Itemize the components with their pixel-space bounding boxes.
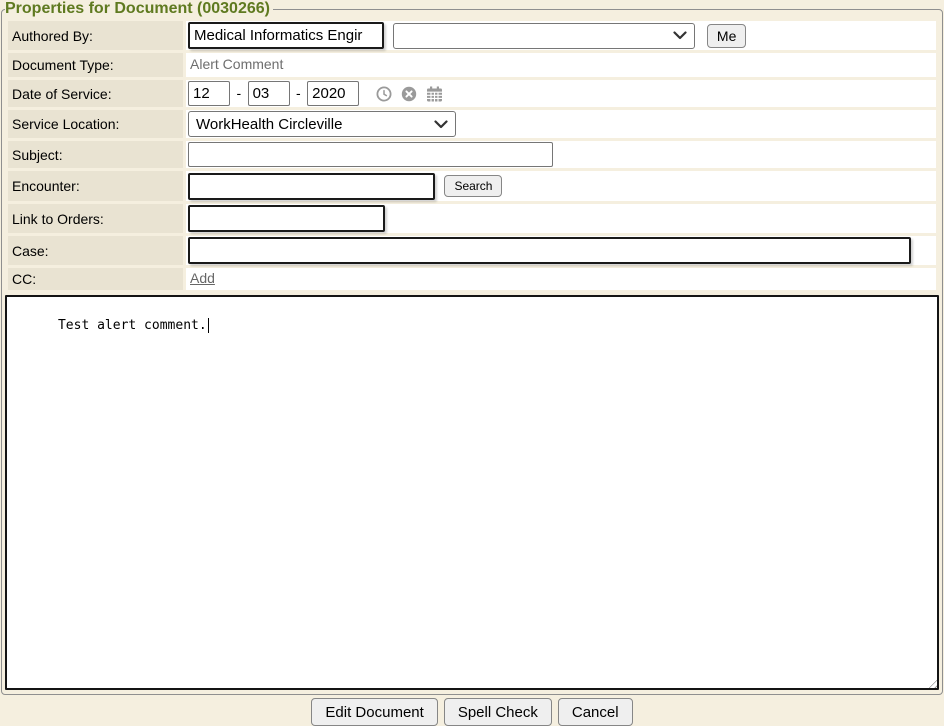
row-link-to-orders: Link to Orders: xyxy=(8,204,936,233)
date-day-input[interactable] xyxy=(248,81,290,106)
cc-label: CC: xyxy=(8,268,183,290)
clock-icon[interactable] xyxy=(376,86,392,102)
spell-check-button[interactable]: Spell Check xyxy=(444,698,552,726)
cancel-button[interactable]: Cancel xyxy=(558,698,633,726)
document-type-label: Document Type: xyxy=(8,53,183,77)
row-cc: CC: Add xyxy=(8,268,936,290)
chevron-down-icon xyxy=(434,120,448,129)
calendar-icon[interactable] xyxy=(426,86,443,102)
service-location-select-value: WorkHealth Circleville xyxy=(196,116,342,133)
row-date-of-service: Date of Service: - - xyxy=(8,80,936,107)
case-label: Case: xyxy=(8,236,183,265)
row-subject: Subject: xyxy=(8,141,936,168)
date-month-input[interactable] xyxy=(188,81,230,106)
row-service-location: Service Location: WorkHealth Circleville xyxy=(8,110,936,138)
row-case: Case: xyxy=(8,236,936,265)
encounter-label: Encounter: xyxy=(8,171,183,201)
clear-icon[interactable] xyxy=(401,86,417,102)
authored-by-label: Authored By: xyxy=(8,21,183,50)
service-location-select[interactable]: WorkHealth Circleville xyxy=(188,111,456,137)
case-input[interactable] xyxy=(188,237,911,264)
edit-document-button[interactable]: Edit Document xyxy=(311,698,437,726)
date-separator: - xyxy=(296,85,301,101)
document-type-value: Alert Comment xyxy=(188,56,283,72)
search-button[interactable]: Search xyxy=(444,175,502,197)
document-body-editor[interactable]: Test alert comment. xyxy=(5,295,939,690)
row-document-type: Document Type: Alert Comment xyxy=(8,53,936,77)
chevron-down-icon xyxy=(673,31,687,40)
resize-grip-icon[interactable] xyxy=(925,676,937,688)
encounter-input[interactable] xyxy=(188,173,435,200)
row-authored-by: Authored By: Me xyxy=(8,21,936,50)
authored-by-input[interactable] xyxy=(188,22,384,49)
cc-add-link[interactable]: Add xyxy=(188,270,215,286)
properties-fieldset: Properties for Document (0030266) Author… xyxy=(1,0,943,695)
link-to-orders-label: Link to Orders: xyxy=(8,204,183,233)
footer-button-bar: Edit Document Spell Check Cancel xyxy=(0,698,944,726)
link-to-orders-input[interactable] xyxy=(188,205,385,232)
me-button[interactable]: Me xyxy=(707,24,746,48)
date-separator: - xyxy=(236,85,241,101)
date-year-input[interactable] xyxy=(307,81,359,106)
properties-table: Authored By: Me Document Type: Alert Com… xyxy=(5,18,939,293)
date-icon-group xyxy=(376,86,443,102)
document-body-text: Test alert comment. xyxy=(58,318,207,333)
row-encounter: Encounter: Search xyxy=(8,171,936,201)
text-caret xyxy=(208,318,209,333)
document-properties-page: Properties for Document (0030266) Author… xyxy=(0,0,944,726)
authored-by-select[interactable] xyxy=(393,23,695,49)
date-of-service-label: Date of Service: xyxy=(8,80,183,107)
service-location-label: Service Location: xyxy=(8,110,183,138)
subject-label: Subject: xyxy=(8,141,183,168)
subject-input[interactable] xyxy=(188,142,553,167)
page-title: Properties for Document (0030266) xyxy=(5,0,273,18)
